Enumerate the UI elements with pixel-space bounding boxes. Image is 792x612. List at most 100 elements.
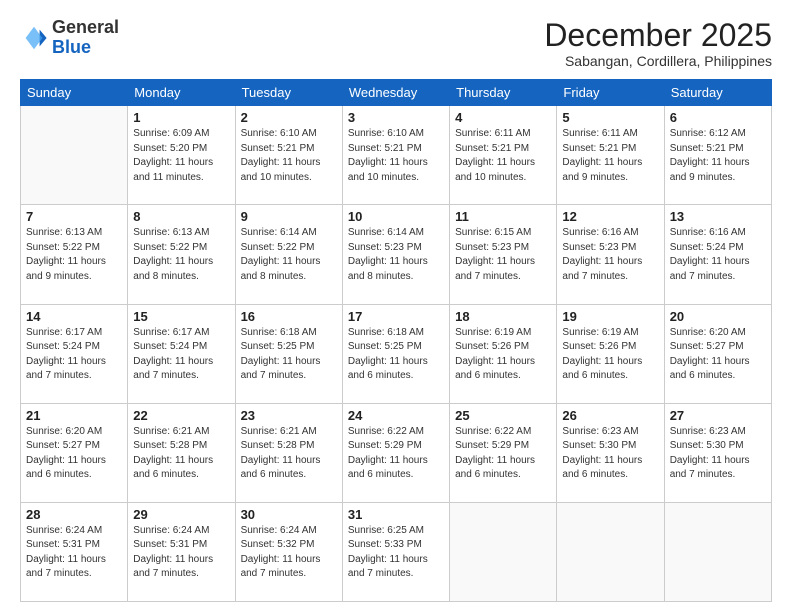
day-info: Sunrise: 6:25 AMSunset: 5:33 PMDaylight:… (348, 524, 444, 582)
day-info: Sunrise: 6:23 AMSunset: 5:30 PMDaylight:… (670, 425, 766, 483)
day-info: Sunrise: 6:24 AMSunset: 5:32 PMDaylight:… (241, 524, 337, 582)
day-number: 19 (562, 309, 658, 324)
header-sunday: Sunday (21, 80, 128, 106)
calendar-cell (557, 502, 664, 601)
day-number: 26 (562, 408, 658, 423)
logo-blue: Blue (52, 37, 91, 57)
day-info: Sunrise: 6:10 AMSunset: 5:21 PMDaylight:… (348, 127, 444, 185)
calendar-cell: 2 Sunrise: 6:10 AMSunset: 5:21 PMDaylight… (235, 106, 342, 205)
day-number: 8 (133, 209, 229, 224)
day-info: Sunrise: 6:10 AMSunset: 5:21 PMDaylight:… (241, 127, 337, 185)
header-saturday: Saturday (664, 80, 771, 106)
month-title: December 2025 (544, 18, 772, 53)
day-info: Sunrise: 6:21 AMSunset: 5:28 PMDaylight:… (241, 425, 337, 483)
day-number: 30 (241, 507, 337, 522)
day-info: Sunrise: 6:16 AMSunset: 5:23 PMDaylight:… (562, 226, 658, 284)
day-number: 31 (348, 507, 444, 522)
calendar-cell: 29 Sunrise: 6:24 AMSunset: 5:31 PMDayligh… (128, 502, 235, 601)
header-tuesday: Tuesday (235, 80, 342, 106)
calendar-cell: 18 Sunrise: 6:19 AMSunset: 5:26 PMDayligh… (450, 304, 557, 403)
calendar: Sunday Monday Tuesday Wednesday Thursday… (20, 79, 772, 602)
day-number: 13 (670, 209, 766, 224)
day-number: 24 (348, 408, 444, 423)
day-info: Sunrise: 6:09 AMSunset: 5:20 PMDaylight:… (133, 127, 229, 185)
calendar-cell: 20 Sunrise: 6:20 AMSunset: 5:27 PMDayligh… (664, 304, 771, 403)
day-info: Sunrise: 6:16 AMSunset: 5:24 PMDaylight:… (670, 226, 766, 284)
calendar-cell: 4Sunrise: 6:11 AMSunset: 5:21 PMDaylight… (450, 106, 557, 205)
day-info: Sunrise: 6:19 AMSunset: 5:26 PMDaylight:… (455, 326, 551, 384)
calendar-cell: 26 Sunrise: 6:23 AMSunset: 5:30 PMDayligh… (557, 403, 664, 502)
day-number: 25 (455, 408, 551, 423)
calendar-cell: 17Sunrise: 6:18 AMSunset: 5:25 PMDayligh… (342, 304, 449, 403)
day-number: 4 (455, 110, 551, 125)
day-number: 2 (241, 110, 337, 125)
calendar-cell: 25 Sunrise: 6:22 AMSunset: 5:29 PMDayligh… (450, 403, 557, 502)
calendar-cell (21, 106, 128, 205)
calendar-cell: 19Sunrise: 6:19 AMSunset: 5:26 PMDayligh… (557, 304, 664, 403)
location-subtitle: Sabangan, Cordillera, Philippines (544, 53, 772, 69)
day-info: Sunrise: 6:24 AMSunset: 5:31 PMDaylight:… (26, 524, 122, 582)
day-info: Sunrise: 6:15 AMSunset: 5:23 PMDaylight:… (455, 226, 551, 284)
logo: General Blue (20, 18, 119, 58)
day-info: Sunrise: 6:11 AMSunset: 5:21 PMDaylight:… (562, 127, 658, 185)
day-number: 14 (26, 309, 122, 324)
day-number: 9 (241, 209, 337, 224)
day-number: 27 (670, 408, 766, 423)
calendar-week-3: 21 Sunrise: 6:20 AMSunset: 5:27 PMDayligh… (21, 403, 772, 502)
day-info: Sunrise: 6:13 AMSunset: 5:22 PMDaylight:… (26, 226, 122, 284)
day-number: 29 (133, 507, 229, 522)
calendar-cell: 31 Sunrise: 6:25 AMSunset: 5:33 PMDayligh… (342, 502, 449, 601)
calendar-cell: 30 Sunrise: 6:24 AMSunset: 5:32 PMDayligh… (235, 502, 342, 601)
day-info: Sunrise: 6:22 AMSunset: 5:29 PMDaylight:… (455, 425, 551, 483)
calendar-cell: 21 Sunrise: 6:20 AMSunset: 5:27 PMDayligh… (21, 403, 128, 502)
header-monday: Monday (128, 80, 235, 106)
day-number: 12 (562, 209, 658, 224)
day-number: 20 (670, 309, 766, 324)
calendar-cell: 13 Sunrise: 6:16 AMSunset: 5:24 PMDayligh… (664, 205, 771, 304)
calendar-cell (450, 502, 557, 601)
day-info: Sunrise: 6:20 AMSunset: 5:27 PMDaylight:… (26, 425, 122, 483)
day-info: Sunrise: 6:21 AMSunset: 5:28 PMDaylight:… (133, 425, 229, 483)
day-number: 22 (133, 408, 229, 423)
day-info: Sunrise: 6:12 AMSunset: 5:21 PMDaylight:… (670, 127, 766, 185)
day-number: 23 (241, 408, 337, 423)
day-number: 15 (133, 309, 229, 324)
day-info: Sunrise: 6:24 AMSunset: 5:31 PMDaylight:… (133, 524, 229, 582)
day-number: 18 (455, 309, 551, 324)
calendar-cell: 9Sunrise: 6:14 AMSunset: 5:22 PMDaylight… (235, 205, 342, 304)
weekday-header-row: Sunday Monday Tuesday Wednesday Thursday… (21, 80, 772, 106)
header: General Blue December 2025 Sabangan, Cor… (20, 18, 772, 69)
calendar-week-0: 1 Sunrise: 6:09 AMSunset: 5:20 PMDaylight… (21, 106, 772, 205)
calendar-cell: 15Sunrise: 6:17 AMSunset: 5:24 PMDayligh… (128, 304, 235, 403)
calendar-cell (664, 502, 771, 601)
calendar-cell: 3 Sunrise: 6:10 AMSunset: 5:21 PMDaylight… (342, 106, 449, 205)
calendar-cell: 12 Sunrise: 6:16 AMSunset: 5:23 PMDayligh… (557, 205, 664, 304)
calendar-cell: 23 Sunrise: 6:21 AMSunset: 5:28 PMDayligh… (235, 403, 342, 502)
day-info: Sunrise: 6:20 AMSunset: 5:27 PMDaylight:… (670, 326, 766, 384)
calendar-cell: 6 Sunrise: 6:12 AMSunset: 5:21 PMDaylight… (664, 106, 771, 205)
calendar-cell: 24 Sunrise: 6:22 AMSunset: 5:29 PMDayligh… (342, 403, 449, 502)
day-number: 21 (26, 408, 122, 423)
day-number: 3 (348, 110, 444, 125)
day-info: Sunrise: 6:22 AMSunset: 5:29 PMDaylight:… (348, 425, 444, 483)
calendar-cell: 27 Sunrise: 6:23 AMSunset: 5:30 PMDayligh… (664, 403, 771, 502)
day-info: Sunrise: 6:23 AMSunset: 5:30 PMDaylight:… (562, 425, 658, 483)
day-number: 10 (348, 209, 444, 224)
day-number: 1 (133, 110, 229, 125)
calendar-week-1: 7 Sunrise: 6:13 AMSunset: 5:22 PMDaylight… (21, 205, 772, 304)
day-info: Sunrise: 6:18 AMSunset: 5:25 PMDaylight:… (241, 326, 337, 384)
header-friday: Friday (557, 80, 664, 106)
calendar-cell: 22 Sunrise: 6:21 AMSunset: 5:28 PMDayligh… (128, 403, 235, 502)
header-thursday: Thursday (450, 80, 557, 106)
calendar-cell: 10 Sunrise: 6:14 AMSunset: 5:23 PMDayligh… (342, 205, 449, 304)
day-number: 6 (670, 110, 766, 125)
calendar-cell: 11Sunrise: 6:15 AMSunset: 5:23 PMDayligh… (450, 205, 557, 304)
calendar-cell: 8Sunrise: 6:13 AMSunset: 5:22 PMDaylight… (128, 205, 235, 304)
title-block: December 2025 Sabangan, Cordillera, Phil… (544, 18, 772, 69)
day-number: 7 (26, 209, 122, 224)
logo-general: General (52, 17, 119, 37)
day-number: 5 (562, 110, 658, 125)
day-number: 16 (241, 309, 337, 324)
calendar-cell: 5 Sunrise: 6:11 AMSunset: 5:21 PMDaylight… (557, 106, 664, 205)
day-info: Sunrise: 6:14 AMSunset: 5:23 PMDaylight:… (348, 226, 444, 284)
